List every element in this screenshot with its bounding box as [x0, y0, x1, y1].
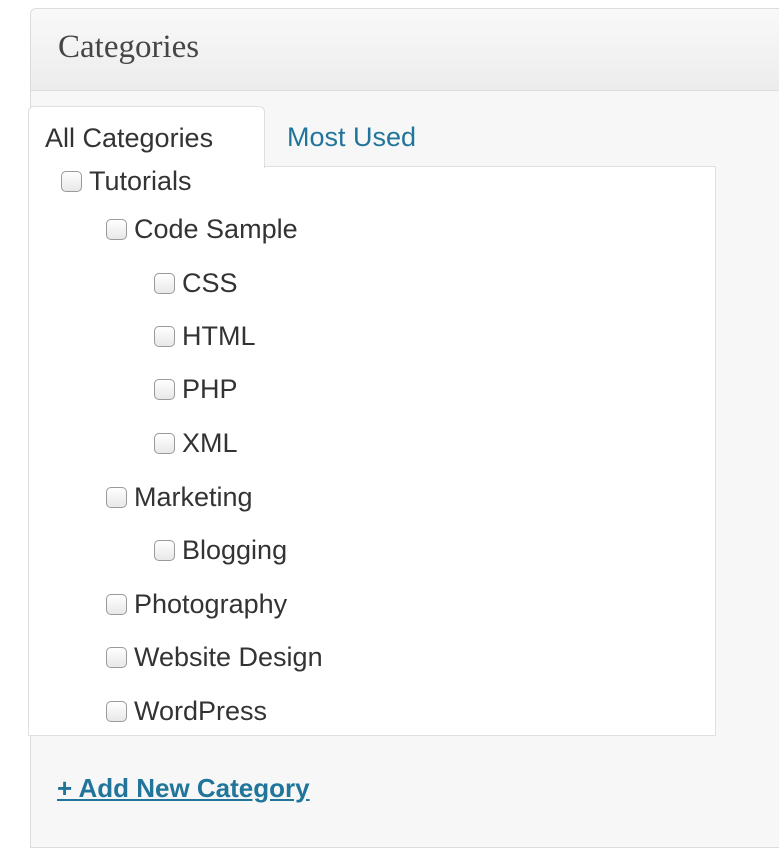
category-checkbox[interactable]	[106, 218, 127, 240]
category-checkbox[interactable]	[106, 593, 127, 615]
category-item-marketing: Marketing	[106, 470, 253, 524]
panel-title: Categories	[58, 29, 200, 65]
category-label: Tutorials	[89, 166, 192, 196]
category-checkbox[interactable]	[154, 325, 175, 347]
category-label: Blogging	[182, 534, 288, 565]
tab-all-categories[interactable]: All Categories	[28, 106, 265, 168]
category-label: Website Design	[134, 641, 323, 672]
category-item-website-design: Website Design	[106, 630, 323, 684]
category-label: HTML	[182, 320, 256, 351]
category-checkbox[interactable]	[106, 700, 127, 722]
category-checkbox[interactable]	[154, 539, 175, 561]
category-checkbox[interactable]	[61, 170, 82, 192]
category-item-blogging: Blogging	[154, 523, 287, 577]
category-checkbox[interactable]	[154, 378, 175, 400]
category-label: CSS	[182, 267, 238, 298]
category-checkbox[interactable]	[106, 646, 127, 668]
category-checkbox[interactable]	[154, 272, 175, 294]
category-item-code-sample: Code Sample	[106, 202, 298, 256]
category-item-css: CSS	[154, 256, 238, 310]
category-label: Marketing	[134, 481, 253, 512]
category-label: XML	[182, 427, 238, 458]
category-checkbox[interactable]	[106, 486, 127, 508]
panel-header[interactable]: Categories	[31, 9, 779, 91]
category-label: WordPress	[134, 695, 268, 726]
tab-most-used[interactable]: Most Used	[287, 106, 416, 168]
category-label: PHP	[182, 373, 238, 404]
add-new-category-link[interactable]: + Add New Category	[57, 773, 310, 804]
category-checklist[interactable]: Tutorials Code Sample CSS HTML PHP XML M…	[28, 166, 716, 736]
category-item-wordpress: WordPress	[106, 684, 268, 735]
category-checkbox[interactable]	[154, 432, 175, 454]
category-item-photography: Photography	[106, 577, 287, 631]
category-item-xml: XML	[154, 416, 238, 470]
category-label: Code Sample	[134, 213, 298, 244]
category-label: Photography	[134, 588, 288, 619]
category-item-html: HTML	[154, 309, 256, 363]
category-item-php: PHP	[154, 362, 238, 416]
